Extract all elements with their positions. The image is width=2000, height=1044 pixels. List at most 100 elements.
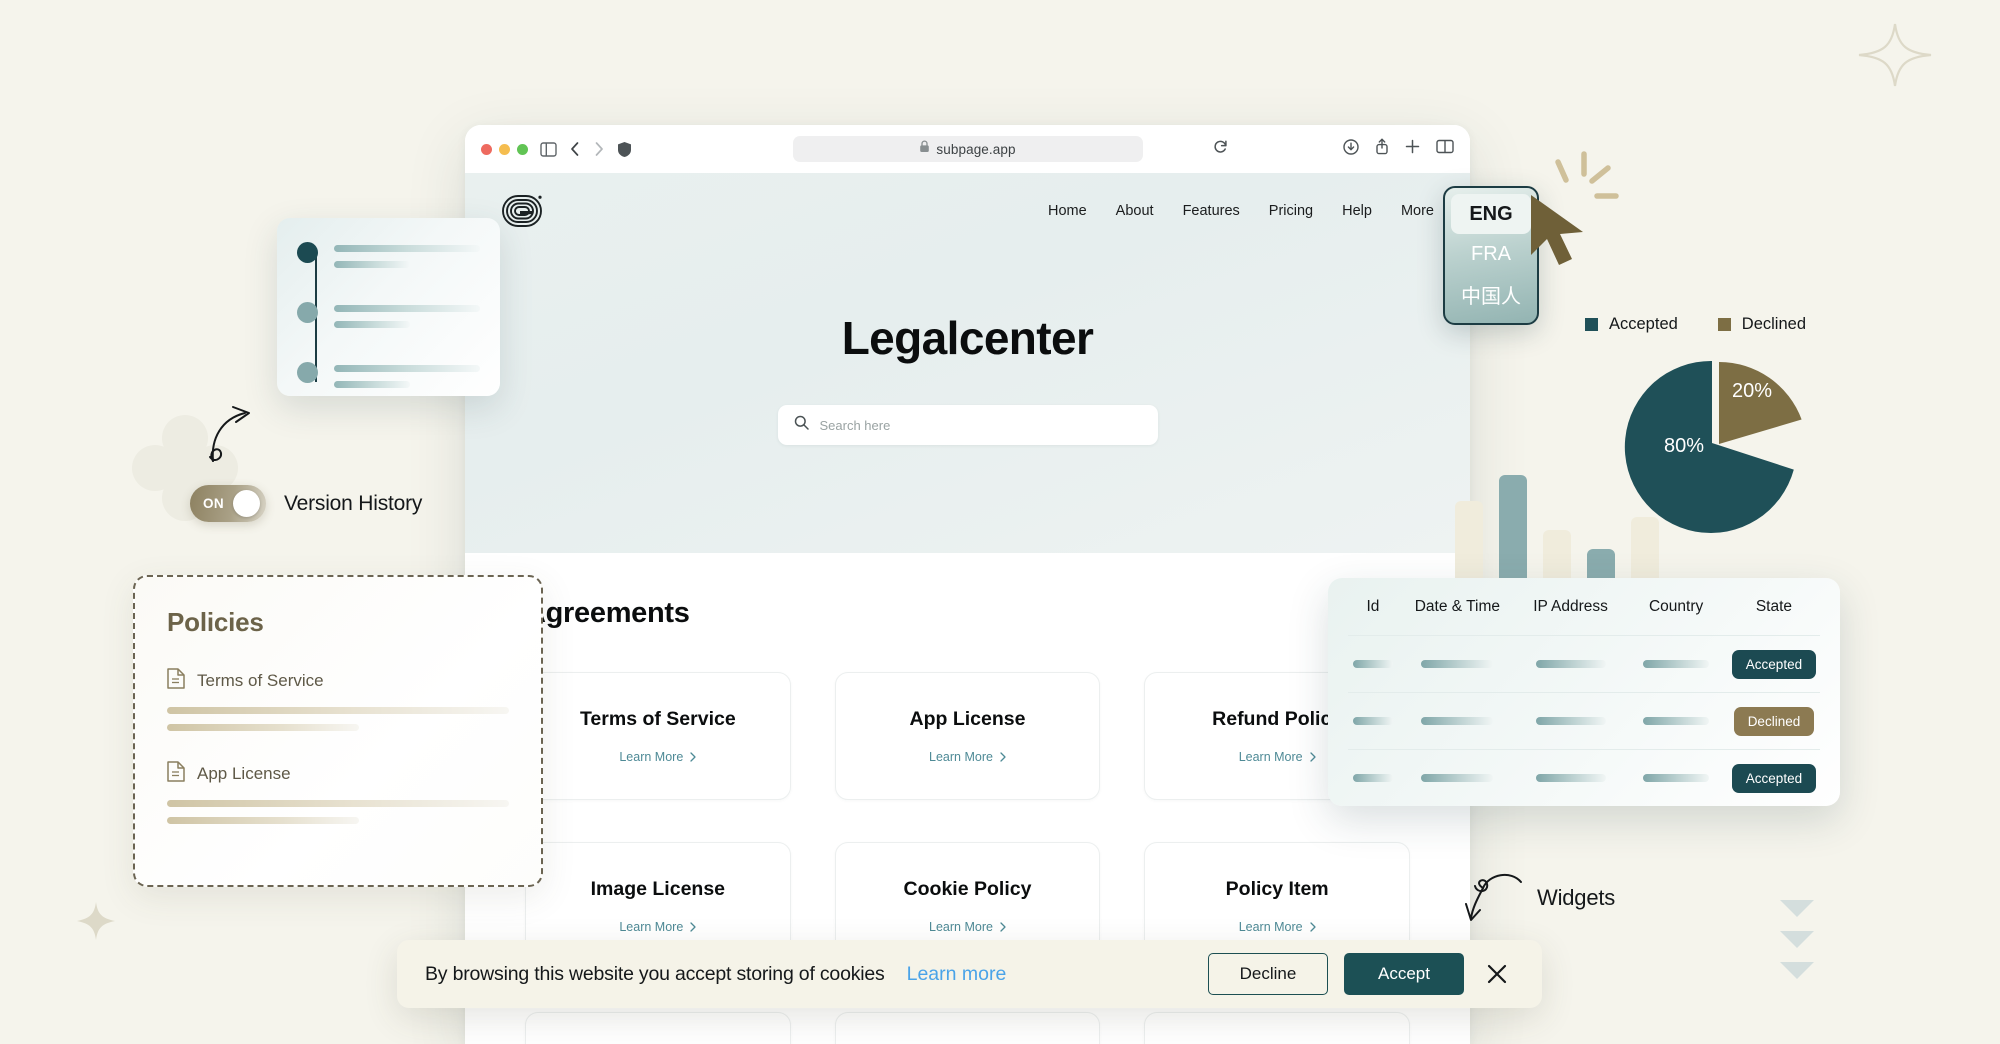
card-ecommerce[interactable]: Ecommerce Learn More bbox=[525, 1012, 791, 1044]
column-header-id: Id bbox=[1366, 597, 1380, 615]
policies-item-label: App License bbox=[197, 764, 291, 783]
table-row[interactable]: Accepted bbox=[1348, 749, 1820, 806]
nav-item-home[interactable]: Home bbox=[1048, 203, 1087, 219]
search-input[interactable]: Search here bbox=[777, 405, 1158, 445]
learn-more-label: Learn More bbox=[929, 920, 993, 934]
cell-placeholder-ip bbox=[1535, 660, 1606, 668]
card-title: App License bbox=[909, 708, 1026, 730]
sparkle-icon-top-right bbox=[1858, 23, 1932, 87]
consent-log-table[interactable]: Id Date & Time IP Address Country State … bbox=[1328, 578, 1840, 806]
shield-icon[interactable] bbox=[617, 141, 632, 158]
address-bar[interactable]: subpage.app bbox=[792, 136, 1143, 162]
section-title-agreements: Agreements bbox=[525, 597, 690, 629]
placeholder-line bbox=[167, 724, 359, 731]
learn-more-link[interactable]: Learn More bbox=[1239, 750, 1316, 764]
card-app-license[interactable]: App License Learn More bbox=[834, 672, 1101, 800]
cookie-consent-banner[interactable]: By browsing this website you accept stor… bbox=[397, 940, 1542, 1008]
download-icon[interactable] bbox=[1343, 138, 1359, 160]
learn-more-label: Learn More bbox=[1238, 920, 1303, 934]
timeline-placeholder-bars bbox=[334, 362, 480, 388]
browser-chrome-toolbar: subpage.app bbox=[465, 125, 1470, 173]
cell-placeholder-country bbox=[1643, 660, 1710, 668]
accept-button[interactable]: Accept bbox=[1344, 953, 1464, 995]
browser-window: subpage.app Home About Features Pricing … bbox=[465, 125, 1470, 1044]
cell-placeholder-country bbox=[1643, 717, 1710, 725]
nav-item-pricing[interactable]: Pricing bbox=[1269, 203, 1313, 219]
placeholder-line bbox=[167, 707, 509, 714]
pie-slice-declined bbox=[1719, 361, 1802, 444]
minimize-window-button[interactable] bbox=[499, 143, 510, 155]
placeholder-line bbox=[167, 817, 359, 824]
learn-more-label: Learn More bbox=[619, 750, 684, 764]
chevron-down-stack[interactable] bbox=[1780, 900, 1814, 979]
card-terms-of-service[interactable]: Terms of Service Learn More bbox=[525, 672, 791, 800]
pie-label-declined: 20% bbox=[1732, 380, 1773, 402]
curved-arrow-icon-timeline bbox=[209, 406, 250, 462]
background-bar-chart bbox=[1455, 440, 1659, 600]
close-icon[interactable] bbox=[1480, 957, 1514, 991]
cookie-learn-more-link[interactable]: Learn more bbox=[907, 963, 1007, 986]
plus-icon[interactable] bbox=[1405, 139, 1420, 159]
share-icon[interactable] bbox=[1375, 138, 1389, 160]
learn-more-label: Learn More bbox=[929, 750, 993, 764]
cell-placeholder-date bbox=[1421, 774, 1494, 782]
close-window-button[interactable] bbox=[481, 143, 492, 155]
decline-button[interactable]: Decline bbox=[1208, 953, 1328, 995]
policies-card[interactable]: Policies Terms of Service App License bbox=[133, 575, 543, 887]
document-icon bbox=[167, 668, 185, 694]
learn-more-link[interactable]: Learn More bbox=[619, 750, 696, 764]
legend-label: Declined bbox=[1741, 315, 1807, 333]
nav-item-about[interactable]: About bbox=[1116, 203, 1154, 219]
language-option-fra[interactable]: FRA bbox=[1451, 234, 1531, 274]
url-text: subpage.app bbox=[936, 141, 1016, 157]
forward-button[interactable] bbox=[593, 141, 605, 157]
language-option-zh[interactable]: 中国人 bbox=[1451, 274, 1531, 314]
timeline-list-widget[interactable] bbox=[277, 218, 500, 396]
table-row[interactable]: Accepted bbox=[1348, 635, 1820, 692]
policies-item-app-license[interactable]: App License bbox=[167, 761, 509, 824]
version-history-toggle[interactable]: ON bbox=[190, 485, 266, 522]
nav-item-features[interactable]: Features bbox=[1183, 203, 1240, 219]
column-header-ip-address: IP Address bbox=[1533, 597, 1608, 615]
back-button[interactable] bbox=[569, 141, 581, 157]
table-row[interactable]: Declined bbox=[1348, 692, 1820, 749]
learn-more-link[interactable]: Learn More bbox=[1239, 920, 1316, 934]
chrome-right-controls bbox=[1214, 138, 1454, 160]
learn-more-link[interactable]: Learn More bbox=[929, 750, 1006, 764]
timeline-item[interactable] bbox=[297, 362, 480, 410]
column-header-date-time: Date & Time bbox=[1414, 597, 1500, 615]
card-saas-cookie-policy[interactable]: SaaS Cookie Policy Learn More bbox=[1144, 1012, 1410, 1044]
cell-placeholder-date bbox=[1421, 660, 1494, 668]
nav-item-more[interactable]: More bbox=[1401, 203, 1434, 219]
timeline-item[interactable] bbox=[297, 302, 480, 350]
chevron-down-icon[interactable] bbox=[1780, 962, 1814, 979]
maximize-window-button[interactable] bbox=[517, 143, 528, 155]
window-traffic-lights[interactable] bbox=[481, 143, 528, 155]
reload-icon[interactable] bbox=[1213, 139, 1228, 160]
learn-more-link[interactable]: Learn More bbox=[929, 920, 1006, 934]
sidebar-toggle-icon[interactable] bbox=[540, 141, 557, 157]
site-hero-section: Home About Features Pricing Help More Le… bbox=[465, 173, 1470, 553]
mouse-cursor-pointer bbox=[1531, 195, 1583, 265]
tabs-overview-icon[interactable] bbox=[1436, 139, 1454, 159]
chevron-right-icon bbox=[1309, 752, 1316, 762]
legalcenter-logo[interactable] bbox=[501, 194, 543, 228]
pie-chart-legend: Accepted Declined bbox=[1585, 315, 1806, 334]
nav-item-help[interactable]: Help bbox=[1342, 203, 1372, 219]
timeline-placeholder-bars bbox=[334, 302, 480, 328]
chevron-down-icon[interactable] bbox=[1780, 900, 1814, 917]
version-history-label: Version History bbox=[284, 491, 423, 515]
cookie-banner-message: By browsing this website you accept stor… bbox=[425, 962, 885, 985]
chevron-down-icon[interactable] bbox=[1780, 931, 1814, 948]
card-title: Terms of Service bbox=[579, 708, 736, 730]
learn-more-label: Learn More bbox=[1238, 750, 1303, 764]
site-navigation-bar: Home About Features Pricing Help More bbox=[465, 173, 1470, 249]
policies-item-terms-of-service[interactable]: Terms of Service bbox=[167, 668, 509, 731]
card-title: Image License bbox=[590, 878, 726, 900]
learn-more-link[interactable]: Learn More bbox=[619, 920, 696, 934]
chevron-right-icon bbox=[1309, 922, 1316, 932]
language-option-eng[interactable]: ENG bbox=[1451, 194, 1531, 234]
timeline-item[interactable] bbox=[297, 242, 480, 290]
search-icon bbox=[794, 415, 809, 435]
card-saas-license[interactable]: SaaS License Learn More bbox=[834, 1012, 1101, 1044]
